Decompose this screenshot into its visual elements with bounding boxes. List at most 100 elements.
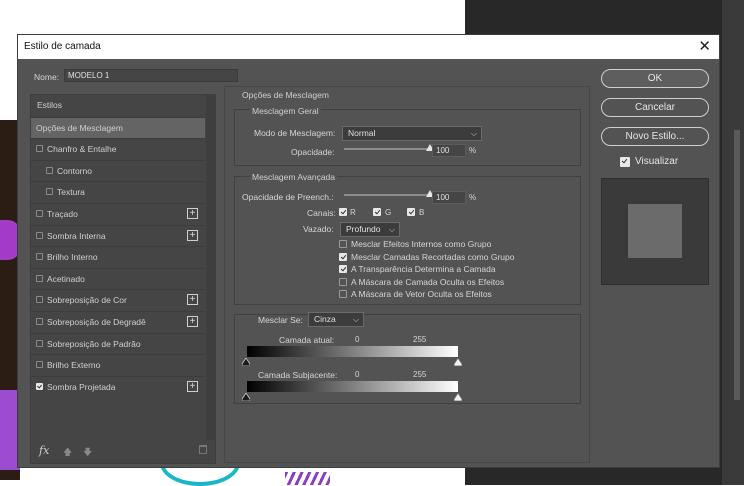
styles-item-label: Brilho Interno — [47, 252, 98, 263]
styles-item-label: Chanfro & Entalhe — [47, 144, 117, 155]
name-label: Nome: — [34, 72, 60, 82]
add-effect-icon[interactable]: + — [187, 316, 198, 327]
styles-item-label: Sobreposição de Cor — [47, 295, 127, 306]
styles-item-checkbox[interactable] — [36, 361, 43, 369]
channel-b-checkbox[interactable] — [407, 208, 415, 216]
knockout-value: Profundo — [346, 224, 381, 234]
styles-item-checkbox[interactable] — [46, 188, 53, 196]
layer-style-dialog: Estilo de camada ✕ Nome: MODELO 1 Estilo… — [17, 34, 720, 468]
cancel-button[interactable]: Cancelar — [601, 98, 709, 117]
this-layer-min: 0 — [355, 335, 360, 344]
this-layer-max: 255 — [413, 335, 427, 344]
workspace-scrollbar[interactable] — [734, 130, 740, 400]
new-style-button[interactable]: Novo Estilo... — [601, 127, 709, 146]
advanced-blending-title: Mesclagem Avançada — [250, 172, 338, 182]
blend-if-select[interactable]: Cinza ⌵ — [308, 312, 364, 327]
styles-item-label: Acetinado — [47, 273, 85, 284]
styles-item-acetinado[interactable]: Acetinado — [31, 267, 205, 289]
styles-item-contorno[interactable]: Contorno — [31, 159, 205, 181]
fill-opacity-unit: % — [469, 193, 477, 202]
fill-opacity-input[interactable]: 100 — [432, 191, 466, 204]
opacity-slider-track[interactable] — [344, 148, 430, 150]
styles-item-checkbox[interactable] — [36, 318, 43, 325]
close-icon[interactable]: ✕ — [698, 37, 711, 55]
fill-opacity-slider-track[interactable] — [344, 194, 430, 196]
styles-item-checkbox[interactable] — [36, 210, 43, 217]
dialog-titlebar: Estilo de camada ✕ — [18, 35, 719, 59]
styles-item-checkbox[interactable] — [46, 166, 53, 174]
opacity-unit: % — [469, 146, 477, 155]
styles-item-label: Textura — [57, 187, 85, 198]
this-layer-black-stop[interactable] — [242, 358, 250, 366]
opacity-input[interactable]: 100 — [432, 144, 466, 157]
styles-item-checkbox[interactable] — [36, 253, 43, 261]
channel-g-label: G — [385, 208, 392, 217]
advanced-option-checkbox[interactable] — [339, 290, 347, 298]
advanced-option-checkbox[interactable] — [339, 240, 347, 248]
chevron-down-icon: ⌵ — [352, 315, 359, 324]
fill-opacity-label: Opacidade de Preench.: — [242, 192, 334, 202]
chevron-down-icon: ⌵ — [470, 129, 477, 138]
trash-icon[interactable] — [199, 445, 207, 454]
advanced-option-label: Mesclar Efeitos Internos como Grupo — [351, 239, 492, 249]
ok-button[interactable]: OK — [601, 69, 709, 88]
styles-item-checkbox[interactable] — [36, 274, 43, 282]
channel-r-checkbox[interactable] — [339, 208, 347, 216]
preview-square — [628, 204, 682, 258]
dialog-title: Estilo de camada — [24, 41, 101, 52]
styles-item-tracado[interactable]: Traçado + — [31, 203, 205, 224]
styles-item-checkbox[interactable] — [36, 339, 43, 347]
styles-item-chanfro-entalhe[interactable]: Chanfro & Entalhe — [31, 138, 205, 159]
styles-item-checkbox[interactable] — [36, 296, 43, 304]
advanced-option-checkbox[interactable] — [339, 252, 347, 261]
name-input[interactable]: MODELO 1 — [64, 69, 238, 82]
general-blending-title: Mesclagem Geral — [250, 106, 321, 116]
channel-r-label: R — [350, 208, 356, 217]
styles-list-panel: Estilos Opções de Mesclagem Chanfro & Enta… — [30, 94, 216, 464]
underlying-layer-white-stop[interactable] — [454, 393, 462, 401]
blend-if-value: Cinza — [314, 314, 336, 324]
styles-item-checkbox[interactable] — [36, 145, 43, 153]
channel-g-checkbox[interactable] — [373, 208, 381, 216]
knockout-label: Vazado: — [303, 224, 334, 234]
fx-icon[interactable]: fx — [39, 444, 49, 457]
styles-list-header[interactable]: Estilos — [31, 95, 205, 116]
styles-item-sobreposicao-de-degrade[interactable]: Sobreposição de Degradê + — [31, 311, 205, 332]
styles-item-checkbox[interactable] — [36, 231, 43, 239]
underlying-layer-gradient — [247, 381, 458, 392]
blending-options-title: Opções de Mesclagem — [242, 90, 329, 100]
add-effect-icon[interactable]: + — [187, 294, 198, 306]
styles-item-label: Sombra Projetada — [47, 381, 116, 392]
styles-list-toolbar: fx 🡅 🡇 — [31, 441, 215, 463]
arrow-up-icon[interactable]: 🡅 — [63, 445, 72, 461]
styles-list-header-label: Estilos — [37, 100, 63, 110]
canvas-stripes — [285, 472, 330, 485]
preview-checkbox[interactable] — [620, 157, 630, 167]
add-effect-icon[interactable]: + — [187, 208, 198, 219]
add-effect-icon[interactable]: + — [187, 380, 198, 392]
styles-item-label: Traçado — [47, 209, 78, 219]
underlying-layer-black-stop[interactable] — [242, 393, 250, 401]
styles-item-label: Sobreposição de Degradê — [47, 317, 146, 327]
add-effect-icon[interactable]: + — [187, 229, 198, 241]
styles-item-brilho-interno[interactable]: Brilho Interno — [31, 246, 205, 267]
styles-item-textura[interactable]: Textura — [31, 181, 205, 202]
styles-list-scrollbar[interactable] — [206, 95, 215, 440]
chevron-down-icon: ⌵ — [388, 225, 395, 234]
styles-item-opcoes-de-mesclagem[interactable]: Opções de Mesclagem — [31, 116, 205, 138]
knockout-select[interactable]: Profundo ⌵ — [340, 222, 400, 237]
advanced-option-checkbox[interactable] — [339, 265, 347, 273]
styles-item-sombra-interna[interactable]: Sombra Interna + — [31, 224, 205, 246]
styles-item-checkbox[interactable] — [36, 382, 43, 390]
styles-item-sobreposicao-de-padrao[interactable]: Sobreposição de Padrão — [31, 332, 205, 354]
this-layer-white-stop[interactable] — [454, 358, 462, 366]
styles-item-sombra-projetada[interactable]: Sombra Projetada + — [31, 375, 205, 397]
underlying-layer-max: 255 — [413, 370, 427, 379]
styles-item-brilho-externo[interactable]: Brilho Externo — [31, 354, 205, 375]
advanced-option-checkbox[interactable] — [339, 277, 347, 286]
blend-mode-select[interactable]: Normal ⌵ — [342, 126, 482, 141]
styles-item-label: Opções de Mesclagem — [36, 122, 123, 133]
styles-item-sobreposicao-de-cor[interactable]: Sobreposição de Cor + — [31, 289, 205, 310]
styles-item-label: Brilho Externo — [47, 360, 101, 371]
arrow-down-icon[interactable]: 🡇 — [83, 445, 92, 461]
